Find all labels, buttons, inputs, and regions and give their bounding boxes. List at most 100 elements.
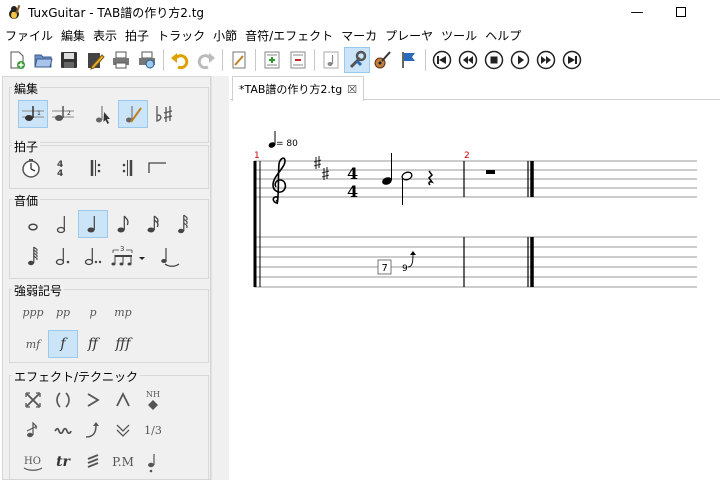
tab-close-icon[interactable]: ☒ <box>347 83 357 96</box>
duration-group: 3 <box>9 199 209 279</box>
half-note-icon <box>56 216 66 234</box>
dead-note-button[interactable] <box>18 386 48 414</box>
document-tab-label: *TAB譜の作り方2.tg <box>239 83 343 96</box>
printer-icon <box>113 51 129 69</box>
half-note-button[interactable] <box>48 210 78 238</box>
previous-measure-button[interactable] <box>455 47 481 73</box>
dynamic-ppp-button[interactable]: ppp <box>18 298 48 326</box>
repeat-open-icon <box>90 160 101 176</box>
trill-button[interactable]: tr <box>48 448 78 476</box>
whole-note-icon <box>28 223 38 231</box>
tie-button[interactable] <box>156 242 186 270</box>
menu-note-effects[interactable]: 音符/エフェクト <box>244 27 340 44</box>
first-measure-button[interactable] <box>429 47 455 73</box>
measure-number-2: 2 <box>464 151 470 161</box>
slide-ratio-button[interactable]: 1/3 <box>138 416 168 444</box>
dotted-note-button[interactable] <box>48 242 78 270</box>
redo-button[interactable] <box>193 47 219 73</box>
whole-note-button[interactable] <box>18 210 48 238</box>
tremolo-picking-button[interactable] <box>78 448 108 476</box>
dynamic-ff-button[interactable]: ff <box>78 330 108 358</box>
tremolo-bar-button[interactable] <box>108 416 138 444</box>
sixty-fourth-note-button[interactable] <box>18 242 48 270</box>
stop-button[interactable] <box>481 47 507 73</box>
time-signature-button[interactable]: 4 4 <box>46 154 76 182</box>
double-dotted-note-button[interactable] <box>78 242 108 270</box>
select-mode-button[interactable] <box>88 100 118 128</box>
menu-composition[interactable]: 拍子 <box>124 27 156 44</box>
alternate-ending-button[interactable] <box>142 154 172 182</box>
voice-1-button[interactable]: 1 <box>18 100 48 128</box>
edit-mode-button[interactable] <box>344 47 370 73</box>
duration-group-title: 音価 <box>12 192 41 209</box>
tempo-button[interactable] <box>16 154 46 182</box>
palm-mute-button[interactable]: P.M <box>108 448 138 476</box>
sixteenth-note-button[interactable] <box>138 210 168 238</box>
ghost-note-button[interactable] <box>48 386 78 414</box>
minimize-button[interactable]: — <box>614 0 660 24</box>
repeat-open-button[interactable] <box>82 154 112 182</box>
score-editor[interactable]: = 80 1 2 4 4 7 9 <box>230 101 720 480</box>
maximize-button[interactable] <box>658 0 704 24</box>
bend-button[interactable] <box>78 416 108 444</box>
menu-player[interactable]: プレーヤ <box>384 27 440 44</box>
bend-icon <box>85 422 99 438</box>
menu-tools[interactable]: ツール <box>440 27 484 44</box>
accent-button[interactable] <box>78 386 108 414</box>
dynamic-fff-button[interactable]: fff <box>108 330 138 358</box>
print-preview-button[interactable] <box>134 47 160 73</box>
add-track-button[interactable] <box>259 47 285 73</box>
thirty-second-note-button[interactable] <box>168 210 198 238</box>
fast-forward-icon <box>536 50 556 70</box>
grace-note-button[interactable] <box>18 416 48 444</box>
undo-button[interactable] <box>167 47 193 73</box>
note-mode-button[interactable] <box>318 47 344 73</box>
open-file-button[interactable] <box>30 47 56 73</box>
natural-harmonic-button[interactable]: NH <box>138 386 168 414</box>
voice-2-button[interactable]: 2 <box>48 100 78 128</box>
marker-button[interactable] <box>396 47 422 73</box>
effects-group: NH 1/3 HO tr P.M <box>9 375 209 479</box>
eighth-note-button[interactable] <box>108 210 138 238</box>
menu-marker[interactable]: マーカ <box>340 27 384 44</box>
accidental-button[interactable] <box>150 100 180 128</box>
save-button[interactable] <box>56 47 82 73</box>
print-button[interactable] <box>108 47 134 73</box>
menu-measure[interactable]: 小節 <box>212 27 244 44</box>
title-bar: TuxGuitar - TAB譜の作り方2.tg — <box>0 0 720 24</box>
repeat-close-button[interactable] <box>112 154 142 182</box>
new-file-button[interactable] <box>4 47 30 73</box>
svg-text:3: 3 <box>120 245 124 253</box>
edit-file-button[interactable] <box>82 47 108 73</box>
play-button[interactable] <box>507 47 533 73</box>
new-file-icon <box>10 51 25 69</box>
next-measure-button[interactable] <box>533 47 559 73</box>
heavy-accent-button[interactable] <box>108 386 138 414</box>
dynamic-mp-button[interactable]: mp <box>108 298 138 326</box>
dynamic-f-button[interactable]: f <box>48 330 78 358</box>
quarter-note-button[interactable] <box>78 210 108 238</box>
staccato-button[interactable] <box>138 448 168 476</box>
side-panel-scrollbar[interactable] <box>211 76 229 480</box>
tuner-button[interactable] <box>370 47 396 73</box>
vibrato-button[interactable] <box>48 416 78 444</box>
document-tab[interactable]: *TAB譜の作り方2.tg ☒ <box>232 76 365 101</box>
last-measure-button[interactable] <box>559 47 585 73</box>
tuplet-button[interactable]: 3 <box>108 242 152 270</box>
dynamic-pp-button[interactable]: pp <box>48 298 78 326</box>
edit-mode-button[interactable] <box>118 100 148 128</box>
menu-track[interactable]: トラック <box>156 27 212 44</box>
toolbar-separator <box>255 49 256 71</box>
menu-file[interactable]: ファイル <box>4 27 60 44</box>
remove-track-button[interactable] <box>285 47 311 73</box>
staccato-icon <box>148 454 155 473</box>
menu-edit[interactable]: 編集 <box>60 27 92 44</box>
dynamic-mf-button[interactable]: mf <box>18 330 48 358</box>
song-properties-button[interactable] <box>226 47 252 73</box>
menu-view[interactable]: 表示 <box>92 27 124 44</box>
hammer-on-button[interactable]: HO <box>18 448 48 476</box>
dynamic-p-button[interactable]: p <box>78 298 108 326</box>
menu-help[interactable]: ヘルプ <box>484 27 528 44</box>
score-canvas[interactable]: = 80 1 2 4 4 7 9 <box>230 101 720 480</box>
quarter-rest <box>428 170 435 186</box>
